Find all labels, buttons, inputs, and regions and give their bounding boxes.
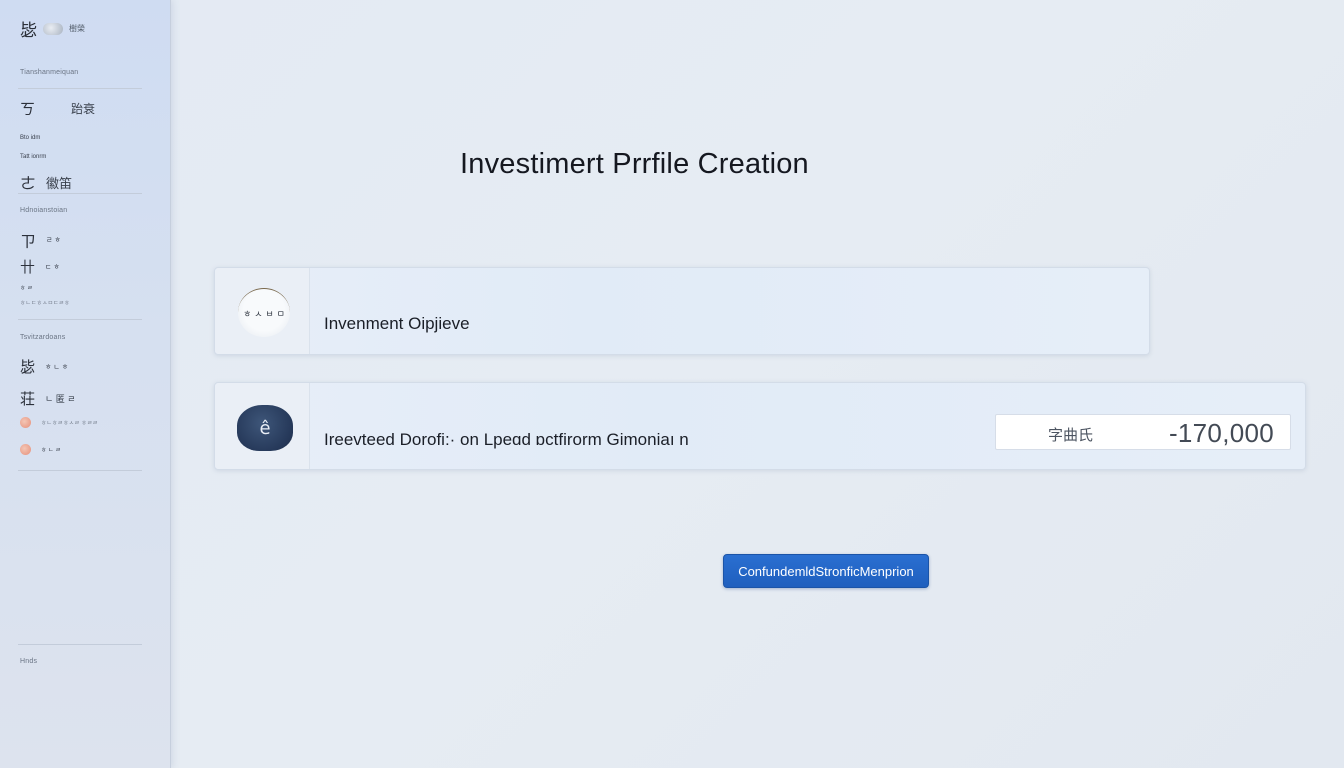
sidebar-item-label: Bto idm <box>20 135 41 141</box>
sidebar-item-5[interactable]: ㄗ ㄹ ㅎ <box>20 228 61 252</box>
amount-prefix: 字曲氏 <box>1048 426 1094 444</box>
sidebar-item-1[interactable]: ㄎ 跆衰 <box>20 98 95 119</box>
investment-objective-card[interactable]: ㅎ ㅅ ㅂ ㅁ Invenment Oipjieve <box>214 267 1150 355</box>
sidebar-divider <box>18 193 142 194</box>
sidebar-divider <box>18 88 142 89</box>
sidebar-item-sublabel: ㅎㄴㅎㄹㅎㅅㄹ ㅎㄹㄹ <box>41 421 98 427</box>
horizon-icon-cell: ê <box>215 383 310 469</box>
sidebar-item-label: 跆衰 <box>71 102 96 116</box>
horizon-label: Ireevteed Dorofi:· on Lpeɑd ɒctfirorm Gi… <box>324 430 689 449</box>
sidebar-item-icon: 毖 <box>20 358 36 376</box>
sidebar-item-label: ㄹ ㅎ <box>46 237 61 244</box>
investment-horizon-card[interactable]: ê Ireevteed Dorofi:· on Lpeɑd ɒctfirorm … <box>214 382 1306 470</box>
sidebar-divider <box>18 470 142 471</box>
sidebar-item-icon: ㄎ <box>20 100 36 118</box>
status-dot-icon <box>20 417 31 428</box>
hourglass-icon: ê <box>237 405 293 451</box>
sidebar-item-label: 徽笛 <box>46 175 73 191</box>
logo-text: 樹榮 <box>69 24 85 33</box>
sidebar-item-label: ㄷ ㅎ <box>45 263 60 271</box>
sidebar-item-3[interactable]: Tatt ionrm <box>20 154 46 160</box>
sidebar-item-7[interactable]: ㅎ ㄹ <box>20 283 33 292</box>
sidebar-item-2[interactable]: Bto idm <box>20 135 40 141</box>
sidebar-item-6[interactable]: 卄 ㄷ ㅎ <box>20 256 60 277</box>
sidebar-item-icon: ㄜ <box>20 174 37 193</box>
app-logo[interactable]: 毖 樹榮 <box>20 16 85 41</box>
sidebar-item-label: ㅎ ㄹ <box>20 286 33 292</box>
sidebar-item-sublabel: ㅎㄴㄷㅎㅅㅁㄷㄹㅎ <box>20 301 70 307</box>
sidebar-item-9[interactable]: 荘 ㄴ 匿 ㄹ <box>20 388 76 409</box>
sidebar-item-label: ㅎ ㄴ ㅎ <box>45 363 69 371</box>
sidebar-divider <box>18 319 142 320</box>
sidebar-item-label: Tatt ionrm <box>20 154 47 160</box>
status-dot-icon <box>20 444 31 455</box>
sidebar-divider <box>18 644 142 645</box>
sidebar-item-11[interactable]: ㅎ ㄴ ㄹ <box>20 444 61 455</box>
page-title: Investimert Prrfile Creation <box>460 148 809 180</box>
sidebar-item-label: ㄴ 匿 ㄹ <box>45 394 76 404</box>
horizon-icon-text: ê <box>259 417 271 439</box>
logo-pill-icon <box>43 22 63 35</box>
sidebar-item-7-sub: ㅎㄴㄷㅎㅅㅁㄷㄹㅎ <box>20 298 70 307</box>
objective-icon-text: ㅎ ㅅ ㅂ ㅁ <box>243 309 285 320</box>
sidebar-item-4[interactable]: ㄜ 徽笛 <box>20 170 72 194</box>
amount-value: -170,000 <box>1168 418 1274 448</box>
sidebar-item-icon: 荘 <box>20 390 36 408</box>
sidebar-section-label: Hdnoianstoian <box>20 207 68 214</box>
amount-input[interactable]: 字曲氏 -170,000 <box>995 414 1291 450</box>
sidebar: 毖 樹榮 Tianshanmeiquan ㄎ 跆衰 Bto idm Tatt i… <box>0 0 171 768</box>
confirm-button[interactable]: ConfundemldStronficMenprion <box>723 554 929 588</box>
logo-glyph: 毖 <box>20 21 37 41</box>
objective-label: Invenment Oipjieve <box>324 314 470 333</box>
sidebar-footer[interactable]: Hnds <box>20 658 37 665</box>
sidebar-item-8[interactable]: 毖 ㅎ ㄴ ㅎ <box>20 356 68 377</box>
sidebar-item-icon: ㄗ <box>20 232 37 251</box>
sidebar-item-10[interactable]: ㅎㄴㅎㄹㅎㅅㄹ ㅎㄹㄹ <box>20 417 98 428</box>
sidebar-section-label: Tianshanmeiquan <box>20 69 79 76</box>
sidebar-section-label: Tsvitzardoans <box>20 334 66 341</box>
objective-icon-cell: ㅎ ㅅ ㅂ ㅁ <box>215 268 310 354</box>
sidebar-item-icon: 卄 <box>20 258 36 276</box>
sidebar-item-label: ㅎ ㄴ ㄹ <box>41 448 61 454</box>
target-icon: ㅎ ㅅ ㅂ ㅁ <box>238 288 290 337</box>
